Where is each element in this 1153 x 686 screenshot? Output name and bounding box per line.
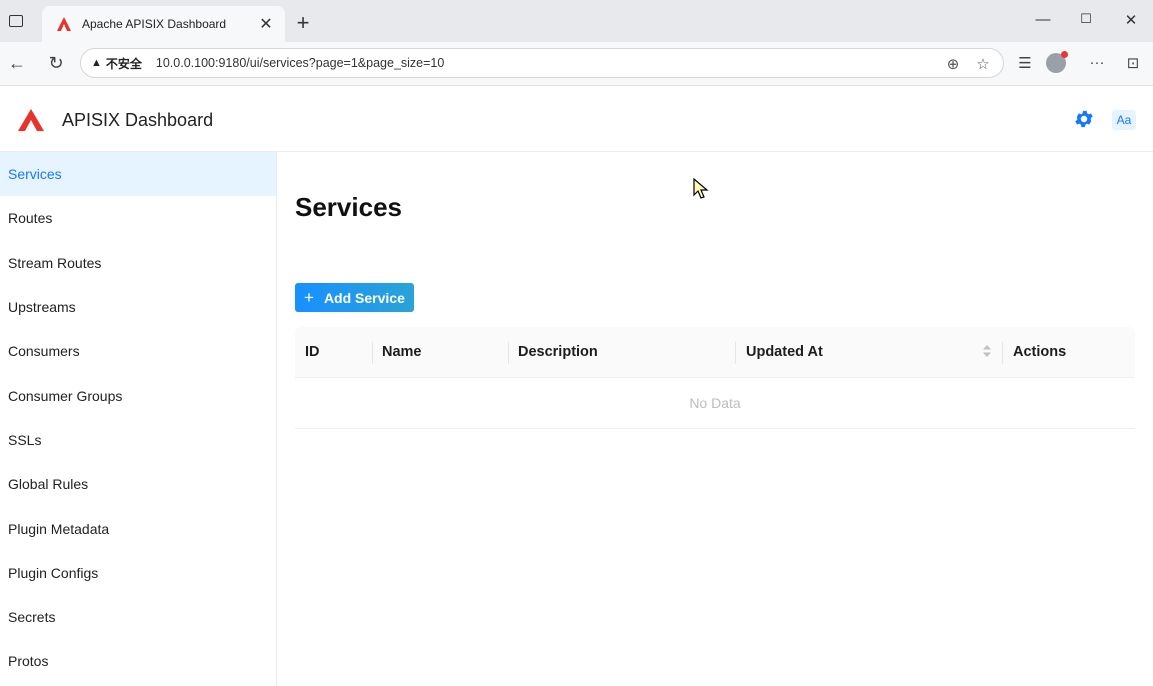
sidebar-item-label: Plugin Metadata xyxy=(8,520,110,537)
sidebar-item-routes[interactable]: Routes xyxy=(0,196,276,240)
new-tab-button[interactable]: + xyxy=(292,10,314,36)
mouse-cursor-icon xyxy=(693,178,709,199)
favorites-list-icon[interactable]: ☰ xyxy=(1014,54,1036,72)
sidebar-item-global-rules[interactable]: Global Rules xyxy=(0,462,276,506)
security-label: 不安全 xyxy=(105,56,142,71)
url-input[interactable]: ▲ 不安全 10.0.0.100:9180/ui/services?page=1… xyxy=(80,48,1004,78)
sidebar-item-consumer-groups[interactable]: Consumer Groups xyxy=(0,373,276,417)
add-service-label: Add Service xyxy=(323,289,405,306)
main-content: Services + Add Service ID Name Descripti… xyxy=(278,152,1153,686)
minimize-icon[interactable]: — xyxy=(1033,11,1053,28)
sidebar-item-label: SSLs xyxy=(8,431,42,448)
column-divider xyxy=(372,342,373,364)
sort-caret-icon[interactable] xyxy=(982,344,992,358)
settings-gear-icon[interactable] xyxy=(1073,108,1095,130)
favorite-star-icon[interactable]: ☆ xyxy=(973,55,993,73)
column-divider xyxy=(508,342,509,364)
sidebar-item-label: Global Rules xyxy=(8,476,89,493)
apisix-logo-icon xyxy=(18,109,44,131)
column-divider xyxy=(735,342,736,364)
sidebar-item-ssls[interactable]: SSLs xyxy=(0,418,276,462)
close-window-icon[interactable]: ✕ xyxy=(1121,11,1141,29)
profile-avatar[interactable] xyxy=(1046,51,1068,73)
column-divider xyxy=(1002,342,1003,364)
more-options-icon[interactable]: ··· xyxy=(1086,54,1108,71)
empty-placeholder: No Data xyxy=(689,395,741,411)
column-header-id[interactable]: ID xyxy=(305,344,320,360)
sidebar-item-label: Plugin Configs xyxy=(8,564,99,581)
sidebar: Services Routes Stream Routes Upstreams … xyxy=(0,152,277,686)
sidebar-item-plugin-configs[interactable]: Plugin Configs xyxy=(0,551,276,595)
column-header-name[interactable]: Name xyxy=(382,344,422,360)
column-header-actions: Actions xyxy=(1013,344,1067,360)
maximize-icon[interactable]: ☐ xyxy=(1076,11,1096,27)
zoom-icon[interactable]: ⊕ xyxy=(943,55,963,73)
warning-icon: ▲ xyxy=(91,57,102,69)
apisix-favicon-icon xyxy=(57,17,71,31)
services-table: ID Name Description Updated At Actions N… xyxy=(295,327,1135,429)
page-title: Services xyxy=(295,192,402,222)
plus-icon: + xyxy=(304,287,314,307)
table-empty-row: No Data xyxy=(295,378,1135,429)
sidebar-item-label: Secrets xyxy=(8,609,56,626)
sidebar-item-label: Consumers xyxy=(8,343,80,360)
sidebar-item-label: Services xyxy=(8,166,62,183)
table-header: ID Name Description Updated At Actions xyxy=(295,327,1135,378)
sidebar-item-consumers[interactable]: Consumers xyxy=(0,329,276,373)
tab-title: Apache APISIX Dashboard xyxy=(82,17,227,31)
sidebar-item-services[interactable]: Services xyxy=(0,152,276,197)
sidebar-item-label: Routes xyxy=(8,210,53,227)
sidebar-item-label: Protos xyxy=(8,653,49,670)
back-icon[interactable]: ← xyxy=(6,53,28,74)
sidebar-toggle-icon[interactable]: ⊡ xyxy=(1122,54,1144,72)
app-title: APISIX Dashboard xyxy=(62,110,214,130)
sidebar-item-protos[interactable]: Protos xyxy=(0,639,276,683)
sidebar-item-plugin-metadata[interactable]: Plugin Metadata xyxy=(0,506,276,550)
browser-tab[interactable]: Apache APISIX Dashboard ✕ xyxy=(42,6,285,42)
tab-actions-icon[interactable] xyxy=(8,13,24,29)
add-service-button[interactable]: + Add Service xyxy=(295,283,414,312)
sidebar-item-upstreams[interactable]: Upstreams xyxy=(0,285,276,329)
url-text: 10.0.0.100:9180/ui/services?page=1&page_… xyxy=(155,56,445,70)
sidebar-item-label: Upstreams xyxy=(8,299,76,316)
address-bar: ← ↻ ▲ 不安全 10.0.0.100:9180/ui/services?pa… xyxy=(0,42,1153,86)
security-indicator[interactable]: ▲ 不安全 xyxy=(91,55,142,72)
column-header-description[interactable]: Description xyxy=(518,344,598,360)
sidebar-item-stream-routes[interactable]: Stream Routes xyxy=(0,241,276,285)
browser-tab-bar: Apache APISIX Dashboard ✕ + — ☐ ✕ xyxy=(0,0,1153,42)
language-switch-icon[interactable]: Aa xyxy=(1112,110,1136,130)
sidebar-item-label: Stream Routes xyxy=(8,254,102,271)
refresh-icon[interactable]: ↻ xyxy=(45,53,67,74)
sidebar-item-label: Consumer Groups xyxy=(8,387,123,404)
column-header-updated-at[interactable]: Updated At xyxy=(746,344,823,360)
tab-close-icon[interactable]: ✕ xyxy=(257,14,275,34)
app-header: APISIX Dashboard Aa xyxy=(0,86,1153,152)
notification-dot xyxy=(1061,51,1068,58)
sidebar-item-secrets[interactable]: Secrets xyxy=(0,595,276,639)
